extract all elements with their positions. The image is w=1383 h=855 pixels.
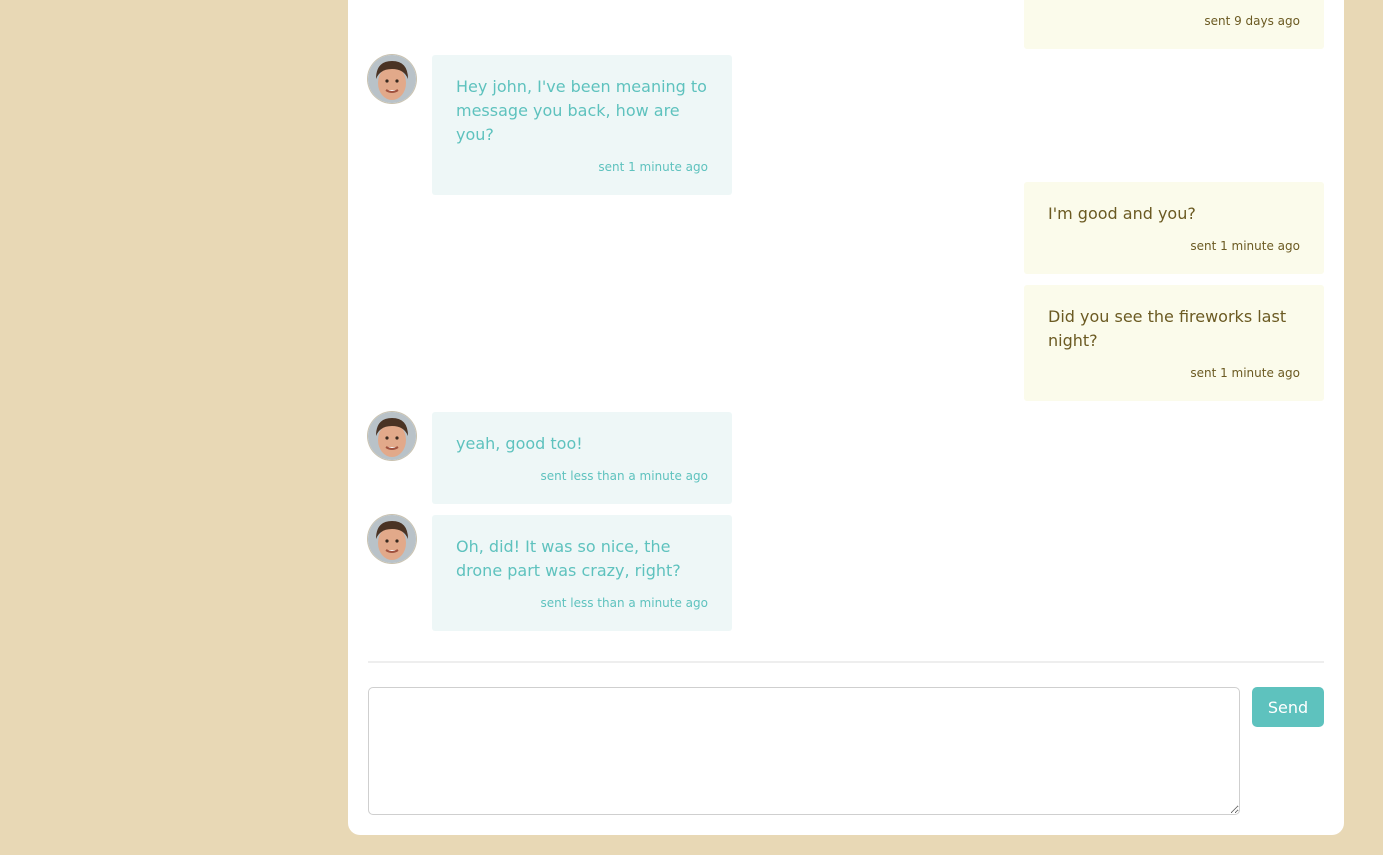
message-incoming: Oh, did! It was so nice, the drone part …: [432, 515, 732, 631]
message-timestamp: sent less than a minute ago: [540, 596, 709, 610]
message-timestamp: sent 1 minute ago: [598, 160, 708, 174]
message-incoming: Hey john, I've been meaning to message y…: [432, 55, 732, 195]
chat-panel: sent 9 days ago Hey john, I've been mean…: [348, 0, 1344, 835]
avatar: [368, 412, 416, 460]
message-timestamp: sent less than a minute ago: [540, 469, 709, 483]
message-input[interactable]: [368, 687, 1240, 815]
avatar: [368, 55, 416, 103]
message-timestamp: sent 1 minute ago: [1190, 366, 1300, 380]
message-outgoing: Did you see the fireworks last night? se…: [1024, 285, 1324, 401]
divider: [368, 661, 1324, 663]
send-button[interactable]: Send: [1252, 687, 1324, 727]
message-incoming: yeah, good too! sent less than a minute …: [432, 412, 732, 504]
message-timestamp: sent 9 days ago: [1204, 14, 1300, 28]
message-text: Did you see the fireworks last night?: [1048, 307, 1287, 350]
message-text: Oh, did! It was so nice, the drone part …: [456, 537, 681, 580]
message-text: yeah, good too!: [456, 434, 583, 453]
message-text: Hey john, I've been meaning to message y…: [456, 77, 707, 144]
message-outgoing: I'm good and you? sent 1 minute ago: [1024, 182, 1324, 274]
message-timestamp: sent 1 minute ago: [1190, 239, 1300, 253]
message-text: I'm good and you?: [1048, 204, 1196, 223]
avatar: [368, 515, 416, 563]
message-outgoing: sent 9 days ago: [1024, 0, 1324, 49]
